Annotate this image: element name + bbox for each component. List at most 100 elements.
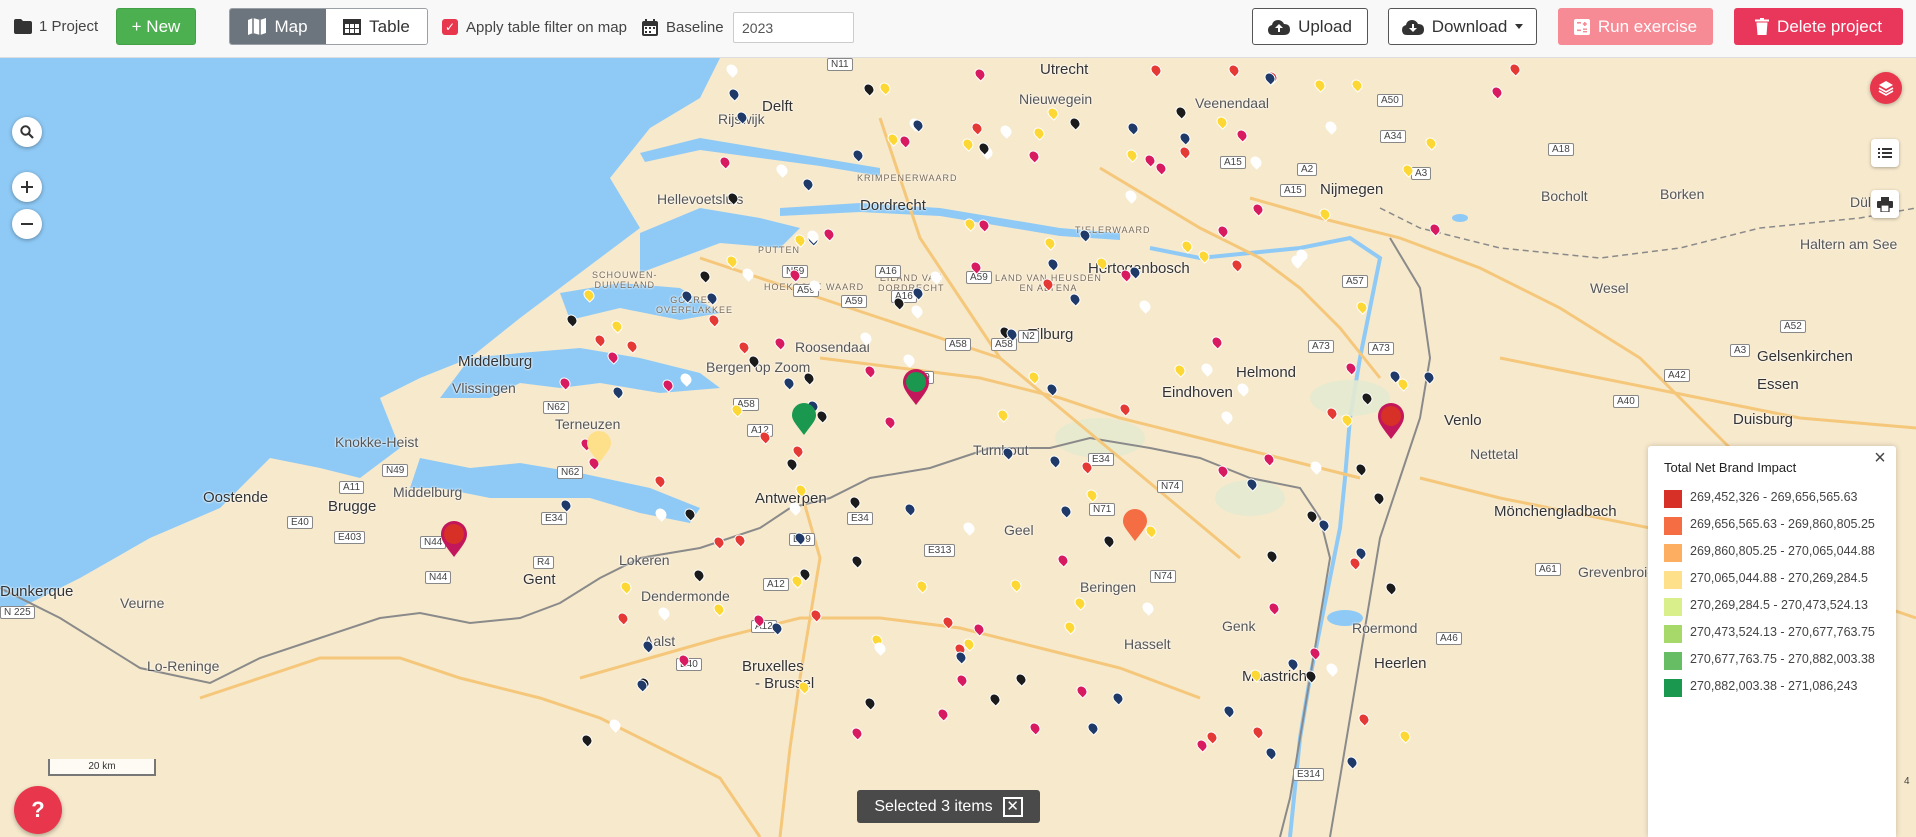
legend-swatch xyxy=(1664,625,1682,643)
place-label: Veenendaal xyxy=(1195,95,1269,111)
road-shield: E314 xyxy=(1293,768,1325,781)
project-selector[interactable]: 1 Project xyxy=(14,10,98,42)
map-base xyxy=(0,58,1916,837)
place-label: Haltern am See xyxy=(1800,236,1898,252)
legend-item: 270,269,284.5 - 270,473,524.13 xyxy=(1664,597,1882,616)
place-label: Roosendaal xyxy=(795,339,870,355)
place-label: Genk xyxy=(1222,618,1256,634)
region-label: SCHOUWEN- DUIVELAND xyxy=(592,270,658,290)
road-shield: E40 xyxy=(287,516,313,529)
legend-item-label: 270,677,763.75 - 270,882,003.38 xyxy=(1690,652,1875,666)
legend-item-label: 269,860,805.25 - 270,065,044.88 xyxy=(1690,544,1875,558)
road-shield: N2 xyxy=(1018,330,1039,343)
place-label: Essen xyxy=(1757,376,1799,393)
view-toggle: Map Table xyxy=(229,8,428,45)
region-label: KRIMPENERWAARD xyxy=(857,173,958,183)
place-label: Duisburg xyxy=(1733,411,1794,428)
place-label: Middelburg xyxy=(393,484,463,500)
road-shield: A42 xyxy=(1664,369,1690,382)
clear-selection-button[interactable]: ✕ xyxy=(1002,796,1023,817)
region-label: PUTTEN xyxy=(758,245,800,255)
road-shield: E34 xyxy=(541,512,567,525)
road-shield: N74 xyxy=(1150,570,1177,583)
upload-button[interactable]: Upload xyxy=(1252,8,1368,45)
selection-label: Selected 3 items xyxy=(874,797,993,815)
help-button[interactable]: ? xyxy=(14,786,62,834)
new-button[interactable]: + New xyxy=(116,8,196,45)
table-view-button[interactable]: Table xyxy=(326,9,427,44)
project-count: 1 Project xyxy=(39,17,99,35)
layers-icon xyxy=(1878,81,1894,96)
place-label: Middelburg xyxy=(458,353,533,370)
result-marker[interactable] xyxy=(902,368,930,406)
place-label: Dordrecht xyxy=(860,197,926,214)
place-label: Utrecht xyxy=(1040,61,1089,78)
delete-project-button[interactable]: Delete project xyxy=(1734,8,1903,45)
place-label: Veurne xyxy=(120,595,165,611)
place-label: Vlissingen xyxy=(452,380,516,396)
legend-item-label: 270,269,284.5 - 270,473,524.13 xyxy=(1690,598,1868,612)
place-label: Bocholt xyxy=(1541,188,1588,204)
place-label: Hasselt xyxy=(1124,636,1171,652)
download-button[interactable]: Download xyxy=(1388,8,1537,45)
download-label: Download xyxy=(1431,16,1508,36)
road-shield: E313 xyxy=(924,544,956,557)
map-canvas[interactable]: Middelburg Vlissingen Knokke-Heist Ooste… xyxy=(0,58,1916,837)
scale-bar: 20 km xyxy=(48,759,156,776)
map-search-button[interactable] xyxy=(12,117,42,147)
layers-button[interactable] xyxy=(1870,72,1902,104)
legend-toggle-button[interactable] xyxy=(1871,139,1899,167)
print-button[interactable] xyxy=(1871,190,1899,218)
result-marker xyxy=(587,431,611,463)
legend-item-label: 270,882,003.38 - 271,086,243 xyxy=(1690,679,1858,693)
baseline-year-input[interactable] xyxy=(733,12,854,43)
road-shield: N49 xyxy=(382,464,409,477)
legend-item: 270,677,763.75 - 270,882,003.38 xyxy=(1664,651,1882,670)
list-icon xyxy=(1878,148,1892,158)
cloud-download-icon xyxy=(1401,19,1424,35)
road-shield: A40 xyxy=(1613,395,1639,408)
place-label: Heerlen xyxy=(1374,655,1427,672)
road-shield: N62 xyxy=(557,466,584,479)
place-label: Wesel xyxy=(1590,280,1629,296)
road-shield: A18 xyxy=(1548,143,1574,156)
road-shield: N 225 xyxy=(0,606,35,619)
road-shield: A46 xyxy=(1436,632,1462,645)
baseline-group: Baseline xyxy=(642,14,724,40)
table-icon xyxy=(343,18,362,35)
zoom-in-button[interactable] xyxy=(12,172,42,202)
filter-checkbox[interactable]: ✓ xyxy=(442,19,458,35)
table-view-label: Table xyxy=(369,16,410,36)
calendar-icon xyxy=(642,18,658,36)
road-shield: N62 xyxy=(543,401,570,414)
legend-item: 270,882,003.38 - 271,086,243 xyxy=(1664,678,1882,697)
place-label: Helmond xyxy=(1236,364,1297,381)
road-shield: E403 xyxy=(334,531,366,544)
road-shield: E34 xyxy=(847,512,873,525)
legend-swatch xyxy=(1664,517,1682,535)
road-shield: A3 xyxy=(1730,344,1751,357)
result-marker xyxy=(1123,509,1147,541)
delete-project-label: Delete project xyxy=(1777,16,1882,36)
zoom-out-button[interactable] xyxy=(12,209,42,239)
road-shield: N71 xyxy=(1089,503,1116,516)
map-view-button[interactable]: Map xyxy=(230,9,326,44)
place-label: Borken xyxy=(1660,186,1705,202)
legend-swatch xyxy=(1664,598,1682,616)
road-shield: A2 xyxy=(1297,163,1318,176)
plus-icon xyxy=(21,181,33,193)
map-view-label: Map xyxy=(274,16,308,36)
road-shield: N44 xyxy=(425,571,452,584)
run-exercise-button[interactable]: Run exercise xyxy=(1558,8,1713,45)
road-shield: A73 xyxy=(1308,340,1334,353)
legend-swatch xyxy=(1664,652,1682,670)
legend-close-button[interactable]: × xyxy=(1870,448,1890,468)
minus-icon xyxy=(21,223,33,225)
result-marker xyxy=(792,403,816,435)
place-label: Venlo xyxy=(1444,412,1482,429)
filter-toggle[interactable]: ✓ Apply table filter on map xyxy=(442,14,627,40)
result-marker[interactable] xyxy=(440,520,468,558)
folder-icon xyxy=(14,18,32,34)
result-marker[interactable] xyxy=(1377,402,1405,440)
legend-item-label: 269,656,565.63 - 269,860,805.25 xyxy=(1690,517,1875,531)
